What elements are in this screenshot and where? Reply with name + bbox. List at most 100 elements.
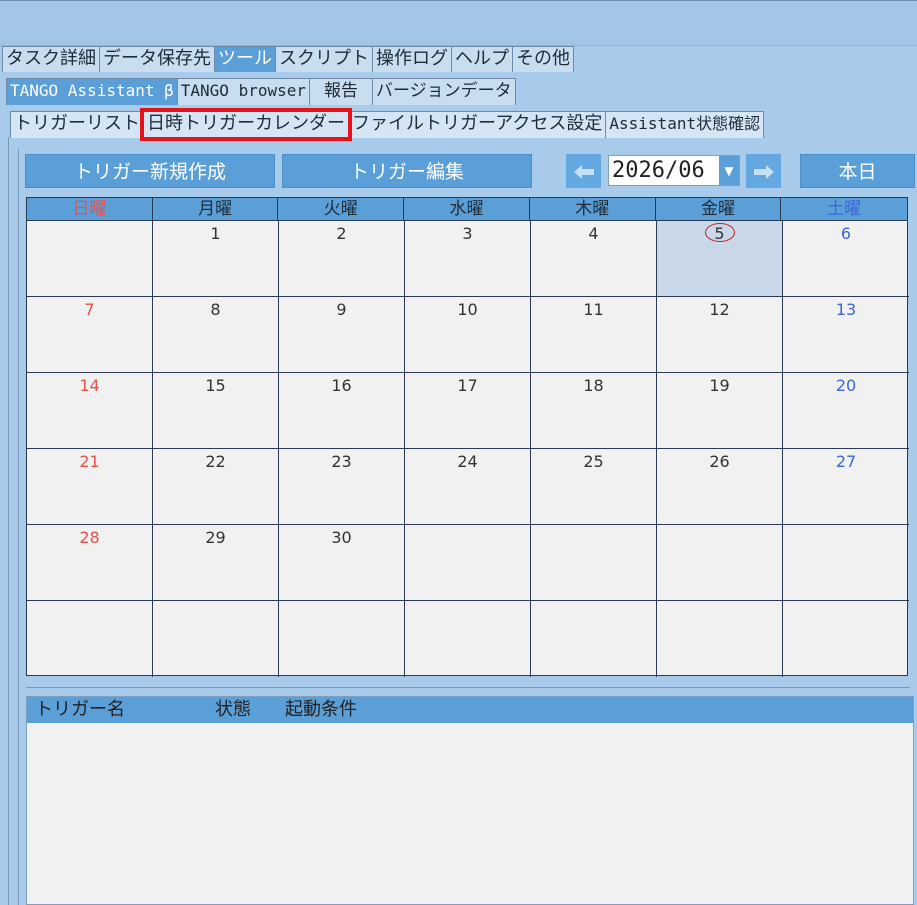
tab-report[interactable]: 報告	[309, 78, 373, 105]
calendar-day-cell[interactable]: 18	[531, 373, 657, 449]
main-tab-bar: タスク詳細 データ保存先 ツール スクリプト 操作ログ ヘルプ その他	[2, 46, 574, 72]
day-number: 28	[79, 528, 100, 547]
calendar-day-cell[interactable]: 1	[153, 221, 279, 297]
calendar-day-cell[interactable]: 27	[783, 449, 909, 525]
calendar-empty-cell[interactable]	[783, 601, 909, 677]
calendar-weekday-header: 日曜 月曜 火曜 水曜 木曜 金曜 土曜	[27, 198, 907, 221]
calendar-day-cell[interactable]: 25	[531, 449, 657, 525]
day-number: 8	[210, 300, 221, 319]
calendar-day-cell[interactable]: 8	[153, 297, 279, 373]
day-number: 7	[84, 300, 95, 319]
tab-tango-browser[interactable]: TANGO browser	[176, 78, 310, 105]
calendar-day-cell[interactable]: 5	[657, 221, 783, 297]
tab-tango-assistant[interactable]: TANGO Assistant β	[6, 78, 178, 105]
weekday-saturday: 土曜	[827, 199, 862, 219]
calendar-empty-cell[interactable]	[27, 601, 153, 677]
calendar-empty-cell[interactable]	[279, 601, 405, 677]
calendar-empty-cell[interactable]	[531, 525, 657, 601]
weekday-tuesday: 火曜	[278, 198, 405, 220]
calendar-empty-cell[interactable]	[783, 525, 909, 601]
tab-assistant-status[interactable]: Assistant状態確認	[605, 111, 765, 138]
calendar-grid: 1 2 3 4 5 6 7 8 9 10 11 12 13 14 15 16 17 18 19 20 21 22 23 24 2…	[27, 221, 909, 677]
calendar-day-cell[interactable]: 16	[279, 373, 405, 449]
day-number: 21	[79, 452, 100, 471]
day-number: 27	[835, 452, 857, 471]
calendar-day-cell[interactable]: 7	[27, 297, 153, 373]
day-number: 16	[331, 376, 352, 395]
tab-version-data[interactable]: バージョンデータ	[372, 78, 516, 105]
calendar-day-cell[interactable]: 11	[531, 297, 657, 373]
weekday-monday: 月曜	[153, 198, 279, 220]
day-number: 15	[205, 376, 226, 395]
tab-tools[interactable]: ツール	[214, 46, 276, 72]
calendar-empty-cell[interactable]	[153, 601, 279, 677]
calendar-day-cell[interactable]: 22	[153, 449, 279, 525]
trigger-table-header: トリガー名 状態 起動条件	[27, 697, 913, 723]
calendar-day-cell[interactable]: 6	[783, 221, 909, 297]
day-number: 17	[457, 376, 478, 395]
calendar-empty-cell[interactable]	[405, 525, 531, 601]
weekday-wednesday: 水曜	[404, 198, 530, 220]
month-value: 2026/06	[612, 158, 705, 183]
next-month-glyph	[753, 164, 774, 179]
tab-task-detail[interactable]: タスク詳細	[2, 46, 100, 72]
arrow-right-icon[interactable]	[746, 154, 781, 188]
tab-help[interactable]: ヘルプ	[451, 46, 513, 72]
calendar-empty-cell[interactable]	[657, 525, 783, 601]
tab-datetime-trigger-calendar[interactable]: 日時トリガーカレンダー	[140, 108, 352, 141]
day-number: 12	[709, 300, 730, 319]
calendar-day-cell[interactable]: 17	[405, 373, 531, 449]
calendar-day-cell[interactable]: 10	[405, 297, 531, 373]
title-bar	[0, 0, 917, 46]
arrow-left-icon[interactable]	[566, 154, 601, 188]
day-number: 19	[709, 376, 730, 395]
calendar-empty-cell[interactable]	[405, 601, 531, 677]
day-number: 6	[840, 224, 852, 243]
today-button[interactable]: 本日	[800, 154, 915, 188]
calendar-day-cell[interactable]: 9	[279, 297, 405, 373]
prev-month-glyph	[573, 164, 594, 179]
day-number: 26	[709, 452, 730, 471]
calendar-day-cell[interactable]: 14	[27, 373, 153, 449]
calendar-day-cell[interactable]: 24	[405, 449, 531, 525]
calendar-day-cell[interactable]: 26	[657, 449, 783, 525]
column-trigger-name[interactable]: トリガー名	[35, 697, 125, 723]
day-number: 25	[583, 452, 604, 471]
calendar-day-cell[interactable]: 29	[153, 525, 279, 601]
tab-trigger-list[interactable]: トリガーリスト	[10, 111, 144, 138]
calendar-empty-cell[interactable]	[531, 601, 657, 677]
calendar-day-cell[interactable]: 15	[153, 373, 279, 449]
calendar-day-cell[interactable]: 23	[279, 449, 405, 525]
month-select[interactable]: 2026/06 ▼	[608, 155, 740, 186]
day-number: 5	[705, 223, 736, 243]
assistant-tab-bar: トリガーリスト 日時トリガーカレンダー ファイルトリガーアクセス設定 Assis…	[10, 108, 765, 141]
trigger-table: トリガー名 状態 起動条件	[26, 696, 914, 905]
day-number: 10	[457, 300, 478, 319]
tab-data-storage[interactable]: データ保存先	[99, 46, 215, 72]
day-number: 20	[835, 376, 857, 395]
calendar-day-cell[interactable]: 19	[657, 373, 783, 449]
calendar-scroll-area	[26, 677, 910, 688]
calendar-day-cell[interactable]: 4	[531, 221, 657, 297]
tab-file-trigger-access[interactable]: ファイルトリガーアクセス設定	[348, 111, 607, 138]
tab-script[interactable]: スクリプト	[275, 46, 373, 72]
calendar-day-cell[interactable]: 3	[405, 221, 531, 297]
calendar-empty-cell[interactable]	[657, 601, 783, 677]
calendar-day-cell[interactable]: 21	[27, 449, 153, 525]
edit-trigger-button[interactable]: トリガー編集	[282, 154, 532, 188]
calendar-day-cell[interactable]: 2	[279, 221, 405, 297]
calendar-day-cell[interactable]: 13	[783, 297, 909, 373]
tab-operation-log[interactable]: 操作ログ	[372, 46, 452, 72]
tab-other[interactable]: その他	[512, 46, 574, 72]
column-status[interactable]: 状態	[215, 697, 251, 723]
calendar-day-cell[interactable]: 28	[27, 525, 153, 601]
new-trigger-button[interactable]: トリガー新規作成	[25, 154, 275, 188]
day-number: 2	[336, 224, 347, 243]
calendar-day-cell[interactable]: 12	[657, 297, 783, 373]
calendar-day-cell[interactable]: 30	[279, 525, 405, 601]
chevron-down-icon[interactable]: ▼	[719, 156, 739, 185]
calendar-day-cell[interactable]: 20	[783, 373, 909, 449]
calendar-empty-cell[interactable]	[27, 221, 153, 297]
day-number: 9	[336, 300, 347, 319]
column-start-condition[interactable]: 起動条件	[285, 697, 357, 723]
